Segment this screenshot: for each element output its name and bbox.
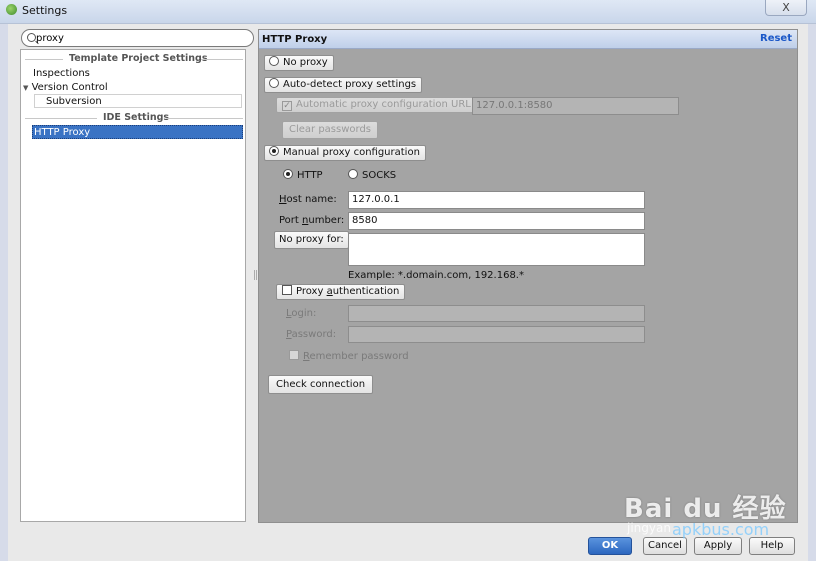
proxy-auth-checkbox[interactable]: Proxy authentication — [276, 284, 406, 300]
radio-selected-icon — [269, 146, 279, 156]
ok-button[interactable]: OK — [588, 537, 632, 555]
radio-icon — [348, 169, 358, 179]
tree-group-template-project: Template Project Settings — [25, 53, 243, 65]
splitter-handle[interactable] — [254, 270, 257, 280]
cancel-button[interactable]: Cancel — [643, 537, 687, 555]
radio-label: No proxy — [283, 57, 328, 68]
radio-icon — [269, 56, 279, 66]
auto-config-url-checkbox[interactable]: ✓ Automatic proxy configuration URL: — [276, 97, 481, 113]
no-proxy-for-label[interactable]: No proxy for: — [274, 231, 349, 249]
host-name-label: Host name: — [279, 194, 337, 205]
radio-icon — [269, 78, 279, 88]
search-input[interactable] — [36, 31, 246, 45]
title-bar: Settings X — [0, 0, 816, 24]
host-name-field[interactable]: 127.0.0.1 — [348, 191, 645, 209]
port-number-field[interactable]: 8580 — [348, 212, 645, 230]
apply-button[interactable]: Apply — [694, 537, 742, 555]
radio-label: SOCKS — [362, 170, 397, 181]
checkbox-icon — [282, 285, 292, 295]
window-title: Settings — [22, 4, 68, 17]
tree-group-label: IDE Settings — [103, 112, 170, 123]
app-icon — [6, 4, 17, 15]
checkbox-label: Proxy authentication — [296, 286, 400, 297]
auto-config-url-field[interactable]: 127.0.0.1:8580 — [472, 97, 679, 115]
search-box[interactable] — [21, 29, 254, 47]
radio-label: Manual proxy configuration — [283, 147, 420, 158]
watermark-site: apkbus.com — [672, 520, 770, 539]
tree-group-ide: IDE Settings — [25, 112, 243, 124]
checkbox-icon — [289, 350, 299, 360]
login-field[interactable] — [348, 305, 645, 322]
password-label: Password: — [286, 329, 337, 340]
tree-item-label: Version Control — [31, 82, 108, 93]
tree-group-label: Template Project Settings — [69, 53, 208, 64]
clear-passwords-button[interactable]: Clear passwords — [282, 121, 379, 139]
checkbox-label: Remember password — [303, 351, 409, 362]
remember-password-checkbox[interactable]: Remember password — [284, 350, 409, 362]
radio-selected-icon — [283, 169, 293, 179]
checkbox-label: Automatic proxy configuration URL: — [296, 99, 475, 110]
tree-item-inspections[interactable]: Inspections — [33, 67, 90, 80]
auto-detect-radio[interactable]: Auto-detect proxy settings — [264, 77, 423, 93]
http-radio[interactable]: HTTP — [279, 169, 323, 181]
socks-radio[interactable]: SOCKS — [344, 169, 396, 181]
checkbox-checked-icon: ✓ — [282, 101, 292, 111]
no-proxy-example: Example: *.domain.com, 192.168.* — [348, 270, 524, 281]
tree-item-http-proxy[interactable]: HTTP Proxy — [32, 125, 243, 139]
radio-label: HTTP — [297, 170, 323, 181]
reset-link[interactable]: Reset — [760, 33, 792, 44]
password-field[interactable] — [348, 326, 645, 343]
manual-proxy-radio[interactable]: Manual proxy configuration — [264, 145, 426, 161]
tree-item-label: Subversion — [46, 96, 102, 107]
check-connection-button[interactable]: Check connection — [268, 375, 374, 394]
no-proxy-radio[interactable]: No proxy — [264, 55, 334, 71]
expand-arrow-icon[interactable]: ▼ — [23, 84, 28, 92]
tree-item-version-control[interactable]: ▼ Version Control — [23, 81, 108, 94]
page-title: HTTP Proxy — [262, 34, 328, 45]
search-icon — [27, 33, 36, 42]
close-icon: X — [782, 1, 790, 14]
help-button[interactable]: Help — [749, 537, 795, 555]
login-label: Login: — [286, 308, 317, 319]
watermark-sub: jingyan — [627, 521, 671, 535]
port-number-label: Port number: — [279, 215, 345, 226]
settings-panel: HTTP Proxy Reset No proxy Auto-detect pr… — [258, 29, 798, 523]
no-proxy-for-field[interactable] — [348, 233, 645, 266]
settings-tree: Template Project Settings Inspections ▼ … — [20, 49, 246, 522]
tree-item-subversion[interactable]: Subversion — [34, 94, 242, 108]
radio-label: Auto-detect proxy settings — [283, 79, 417, 90]
panel-header: HTTP Proxy Reset — [259, 30, 797, 49]
close-button[interactable]: X — [765, 0, 807, 16]
